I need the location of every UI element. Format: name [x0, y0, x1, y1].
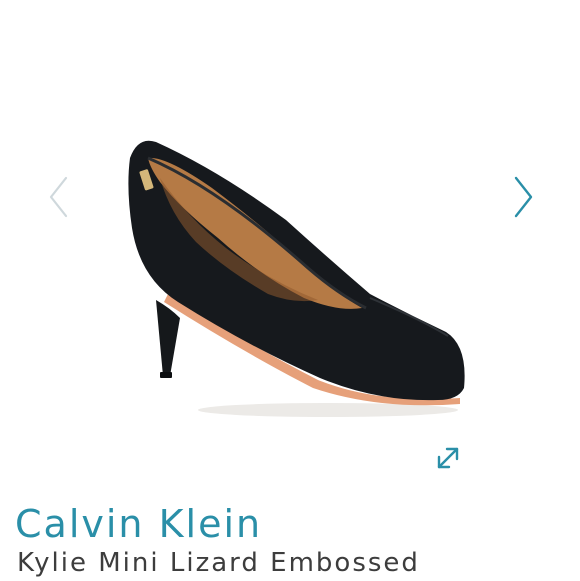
chevron-right-icon [514, 176, 533, 218]
image-gallery [0, 0, 580, 490]
product-image[interactable] [108, 118, 478, 438]
brand-link[interactable]: Calvin Klein [15, 500, 262, 548]
expand-image-button[interactable] [432, 442, 464, 474]
chevron-left-icon [49, 176, 68, 218]
shoe-illustration [128, 140, 465, 417]
expand-icon [437, 447, 459, 469]
next-image-button[interactable] [508, 172, 538, 222]
previous-image-button[interactable] [44, 172, 74, 222]
product-title: Kylie Mini Lizard Embossed [17, 548, 420, 578]
